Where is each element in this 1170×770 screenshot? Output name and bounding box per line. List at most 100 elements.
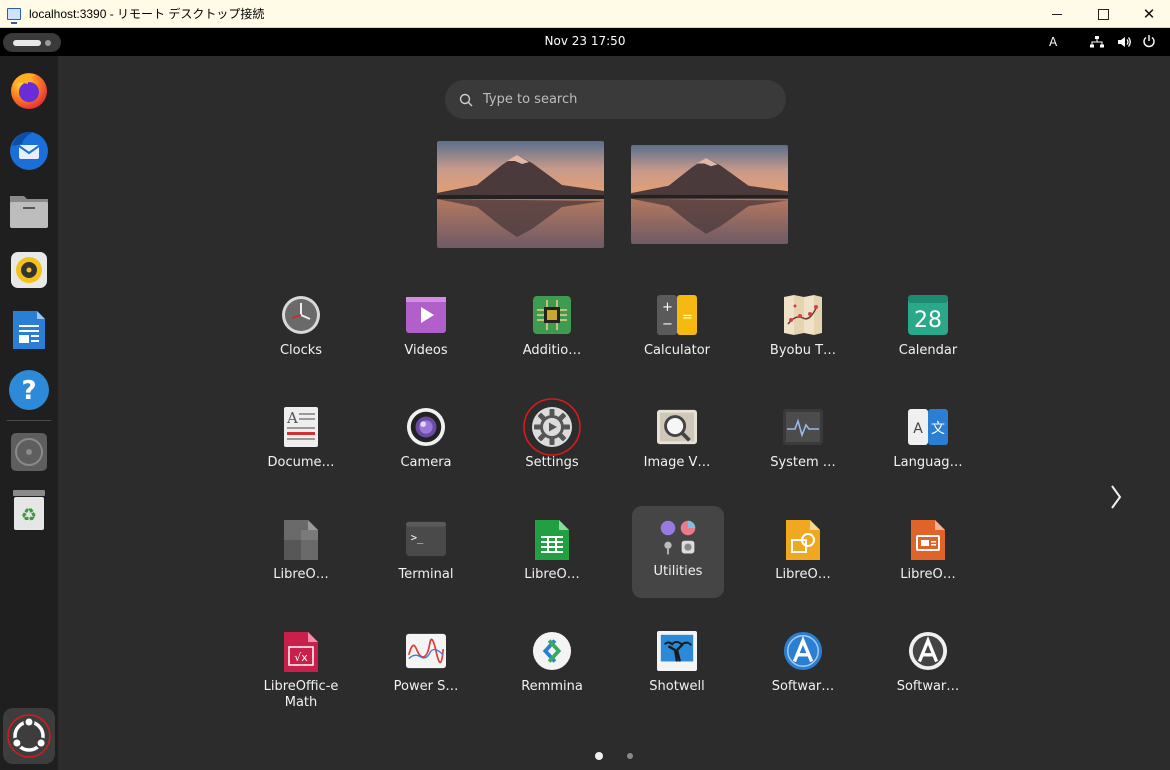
document-glyph: A (286, 409, 298, 427)
dock-trash[interactable]: ♻ (5, 486, 53, 534)
language-icon: A 文 (908, 409, 948, 445)
libreoffice-icon (284, 520, 318, 560)
language-glyph-cjk: 文 (931, 421, 945, 437)
dock-rhythmbox[interactable] (5, 246, 53, 294)
dock-thunderbird[interactable] (5, 126, 53, 174)
app-label: Shotwell (649, 679, 705, 694)
terminal-glyph: >_ (411, 532, 424, 544)
gear-icon (523, 398, 581, 456)
app-power-statistics[interactable]: Power S… (380, 621, 472, 713)
top-bar: Nov 23 17:50 A (0, 28, 1170, 56)
date-time[interactable]: Nov 23 17:50 (545, 34, 626, 48)
app-shotwell[interactable]: Shotwell (631, 621, 723, 713)
search-box[interactable]: Type to search (445, 80, 786, 119)
app-software[interactable]: Softwar… (757, 621, 849, 713)
app-label: Videos (404, 343, 448, 358)
app-utilities-folder[interactable]: Utilities (632, 506, 724, 598)
workspace-indicator-active (13, 40, 41, 46)
next-page-arrow[interactable] (1108, 484, 1124, 510)
wallpaper-mount-fuji (631, 145, 788, 244)
app-label: Softwar… (896, 679, 960, 694)
app-image-viewer[interactable]: Image V… (631, 397, 723, 489)
app-libreoffice-calc[interactable]: LibreO… (506, 509, 598, 601)
help-icon: ? (9, 370, 49, 410)
help-glyph: ? (21, 376, 36, 406)
show-apps-button[interactable] (3, 708, 55, 764)
dock-writer[interactable] (5, 306, 53, 354)
files-icon (10, 196, 48, 228)
app-remmina[interactable]: Remmina (506, 621, 598, 713)
app-terminal[interactable]: >_ Terminal (380, 509, 472, 601)
app-byobu[interactable]: Byobu T… (757, 285, 849, 377)
workspace-indicator-dot (45, 40, 51, 46)
app-label: LibreO… (524, 567, 580, 582)
app-calendar[interactable]: 28 Calendar (882, 285, 974, 377)
dock-firefox[interactable] (5, 66, 53, 114)
draw-icon (786, 520, 820, 560)
remmina-icon (532, 631, 572, 671)
trash-glyph: ♻ (21, 505, 37, 526)
disc-icon (11, 433, 47, 471)
page-indicator-1[interactable] (595, 752, 603, 760)
app-document-viewer[interactable]: A Docume… (255, 397, 347, 489)
app-clocks[interactable]: Clocks (255, 285, 347, 377)
svg-text:+: + (662, 300, 673, 315)
app-libreoffice-draw[interactable]: LibreO… (757, 509, 849, 601)
power-icon[interactable] (1142, 34, 1156, 48)
maximize-button[interactable] (1080, 0, 1126, 28)
app-libreoffice[interactable]: LibreO… (255, 509, 347, 601)
thunderbird-icon (10, 131, 48, 170)
app-libreoffice-math[interactable]: √x LibreOffic-e Math (255, 621, 347, 713)
minimize-button[interactable] (1034, 0, 1080, 28)
input-method-indicator[interactable]: A (1049, 35, 1057, 49)
impress-icon (911, 520, 945, 560)
app-label: Languag… (893, 455, 963, 470)
close-button[interactable]: ✕ (1126, 0, 1170, 28)
app-label: Utilities (653, 564, 703, 579)
app-label: Additio… (522, 343, 582, 358)
app-label: LibreO… (900, 567, 956, 582)
page-indicator-2[interactable] (627, 753, 633, 759)
document-viewer-icon: A (284, 407, 318, 447)
workspace-thumbnail-2[interactable] (631, 145, 788, 244)
math-glyph: √x (294, 651, 308, 664)
app-software-updater[interactable]: Softwar… (882, 621, 974, 713)
chip-icon (533, 296, 571, 334)
app-videos[interactable]: Videos (380, 285, 472, 377)
image-viewer-icon (657, 409, 697, 445)
dock-help[interactable]: ? (5, 366, 53, 414)
workspace-thumbnail-1[interactable] (437, 141, 604, 248)
app-calculator[interactable]: + − = Calculator (631, 285, 723, 377)
calc-icon (535, 520, 569, 560)
software-icon (783, 631, 823, 671)
search-input[interactable]: Type to search (483, 92, 577, 107)
activities-button[interactable] (3, 33, 61, 52)
app-system-monitor[interactable]: System … (757, 397, 849, 489)
app-additional-drivers[interactable]: Additio… (506, 285, 598, 377)
app-camera[interactable]: Camera (380, 397, 472, 489)
svg-text:=: = (682, 310, 693, 325)
app-label: Terminal (398, 567, 454, 582)
ubuntu-apps-icon (7, 714, 51, 758)
video-icon (406, 297, 446, 333)
volume-icon[interactable] (1117, 35, 1131, 49)
app-label: Power S… (393, 679, 459, 694)
dock-files[interactable] (5, 186, 53, 234)
app-label: Settings (525, 455, 579, 470)
utilities-folder-icon (660, 520, 696, 555)
terminal-icon: >_ (406, 521, 446, 557)
firefox-icon (11, 73, 47, 109)
system-monitor-icon (783, 409, 823, 445)
clock-icon (282, 296, 320, 334)
app-settings[interactable]: Settings (506, 397, 598, 489)
app-label: Clocks (279, 343, 323, 358)
network-icon[interactable] (1090, 36, 1104, 48)
app-language-support[interactable]: A 文 Languag… (882, 397, 974, 489)
app-label: Softwar… (771, 679, 835, 694)
app-label: Remmina (521, 679, 583, 694)
calendar-day: 28 (914, 308, 942, 333)
calculator-icon: + − = (657, 295, 697, 335)
app-label: Calendar (898, 343, 958, 358)
dock-disc[interactable] (5, 428, 53, 476)
app-libreoffice-impress[interactable]: LibreO… (882, 509, 974, 601)
